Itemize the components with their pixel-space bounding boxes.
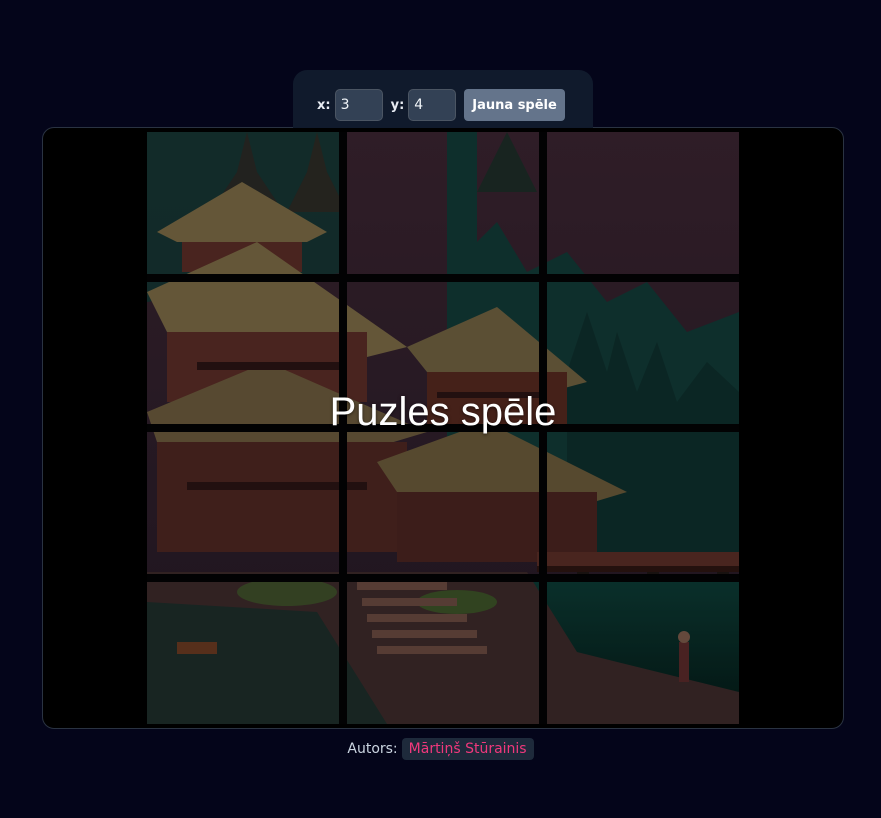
author-label: Autors: <box>347 741 398 757</box>
footer: Autors: Mārtiņš Stūrainis <box>0 738 881 760</box>
puzzle-tile[interactable] <box>547 582 739 724</box>
tile-image <box>347 132 539 274</box>
tile-image <box>547 132 739 274</box>
puzzle-tile[interactable] <box>347 582 539 724</box>
y-input[interactable] <box>408 89 457 121</box>
size-controls: x: y: Jauna spēle <box>293 70 593 128</box>
tile-image <box>147 582 339 724</box>
puzzle-tile[interactable] <box>547 432 739 574</box>
game-title: Puzles spēle <box>329 390 557 434</box>
tile-image <box>347 432 539 574</box>
puzzle-tile[interactable] <box>147 132 339 274</box>
x-input[interactable] <box>334 89 383 121</box>
game-board: Puzles spēle <box>42 127 844 729</box>
y-label: y: <box>390 97 405 113</box>
puzzle-tile[interactable] <box>347 432 539 574</box>
puzzle-tile[interactable] <box>347 132 539 274</box>
author-link[interactable]: Mārtiņš Stūrainis <box>401 738 534 760</box>
puzzle-tile[interactable] <box>147 432 339 574</box>
x-label: x: <box>317 97 331 113</box>
puzzle-tile[interactable] <box>147 582 339 724</box>
tile-image <box>147 432 339 574</box>
tile-image <box>547 582 739 724</box>
tile-image <box>347 582 539 724</box>
tile-image <box>547 432 739 574</box>
new-game-button[interactable]: Jauna spēle <box>464 89 565 121</box>
tile-image <box>147 132 339 274</box>
puzzle-tile[interactable] <box>547 132 739 274</box>
